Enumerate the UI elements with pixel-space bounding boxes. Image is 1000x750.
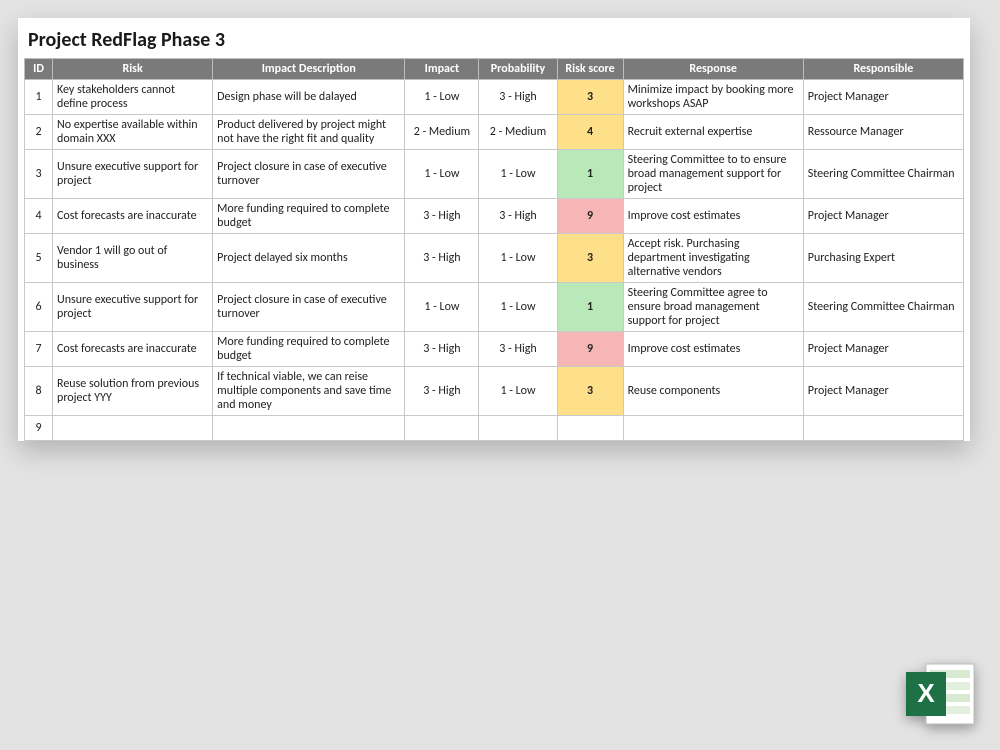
cell-id[interactable]: 3	[25, 150, 53, 199]
col-risk: Risk	[53, 59, 213, 80]
col-response: Response	[623, 59, 803, 80]
col-risk-score: Risk score	[557, 59, 623, 80]
table-header-row: ID Risk Impact Description Impact Probab…	[25, 59, 964, 80]
cell-risk-score[interactable]	[557, 416, 623, 441]
cell-impact-desc[interactable]: Project closure in case of executive tur…	[213, 283, 405, 332]
cell-probability[interactable]: 1 - Low	[479, 283, 557, 332]
table-row[interactable]: 9	[25, 416, 964, 441]
cell-risk[interactable]: Cost forecasts are inaccurate	[53, 332, 213, 367]
cell-probability[interactable]: 3 - High	[479, 199, 557, 234]
cell-risk-score[interactable]: 3	[557, 367, 623, 416]
cell-responsible[interactable]: Ressource Manager	[803, 115, 963, 150]
cell-id[interactable]: 4	[25, 199, 53, 234]
cell-risk[interactable]: Cost forecasts are inaccurate	[53, 199, 213, 234]
cell-risk[interactable]	[53, 416, 213, 441]
cell-impact[interactable]: 3 - High	[405, 367, 479, 416]
table-row[interactable]: 4Cost forecasts are inaccurateMore fundi…	[25, 199, 964, 234]
cell-responsible[interactable]: Steering Committee Chairman	[803, 150, 963, 199]
cell-risk-score[interactable]: 4	[557, 115, 623, 150]
cell-response[interactable]: Reuse components	[623, 367, 803, 416]
cell-impact[interactable]: 3 - High	[405, 199, 479, 234]
cell-impact-desc[interactable]: If technical viable, we can reise multip…	[213, 367, 405, 416]
cell-responsible[interactable]: Project Manager	[803, 80, 963, 115]
cell-response[interactable]: Recruit external expertise	[623, 115, 803, 150]
cell-impact-desc[interactable]: More funding required to complete budget	[213, 332, 405, 367]
cell-risk[interactable]: Key stakeholders cannot define process	[53, 80, 213, 115]
cell-impact-desc[interactable]: Product delivered by project might not h…	[213, 115, 405, 150]
cell-responsible[interactable]: Project Manager	[803, 367, 963, 416]
cell-probability[interactable]: 3 - High	[479, 332, 557, 367]
cell-risk-score[interactable]: 1	[557, 283, 623, 332]
cell-response[interactable]: Steering Committee agree to ensure broad…	[623, 283, 803, 332]
cell-impact-desc[interactable]	[213, 416, 405, 441]
cell-responsible[interactable]: Project Manager	[803, 332, 963, 367]
cell-risk-score[interactable]: 3	[557, 80, 623, 115]
cell-response[interactable]: Improve cost estimates	[623, 199, 803, 234]
cell-response[interactable]: Improve cost estimates	[623, 332, 803, 367]
page-title: Project RedFlag Phase 3	[24, 22, 964, 58]
table-row[interactable]: 1Key stakeholders cannot define processD…	[25, 80, 964, 115]
cell-id[interactable]: 6	[25, 283, 53, 332]
cell-impact[interactable]: 1 - Low	[405, 150, 479, 199]
cell-id[interactable]: 8	[25, 367, 53, 416]
cell-probability[interactable]: 1 - Low	[479, 367, 557, 416]
cell-responsible[interactable]: Purchasing Expert	[803, 234, 963, 283]
cell-response[interactable]: Minimize impact by booking more workshop…	[623, 80, 803, 115]
cell-impact[interactable]: 1 - Low	[405, 283, 479, 332]
cell-impact[interactable]: 3 - High	[405, 332, 479, 367]
cell-risk[interactable]: Unsure executive support for project	[53, 283, 213, 332]
cell-responsible[interactable]	[803, 416, 963, 441]
cell-id[interactable]: 5	[25, 234, 53, 283]
cell-risk-score[interactable]: 3	[557, 234, 623, 283]
col-id: ID	[25, 59, 53, 80]
table-row[interactable]: 8Reuse solution from previous project YY…	[25, 367, 964, 416]
cell-impact-desc[interactable]: Project closure in case of executive tur…	[213, 150, 405, 199]
cell-responsible[interactable]: Project Manager	[803, 199, 963, 234]
risk-table: ID Risk Impact Description Impact Probab…	[24, 58, 964, 441]
cell-response[interactable]	[623, 416, 803, 441]
cell-impact[interactable]: 2 - Medium	[405, 115, 479, 150]
col-impact: Impact	[405, 59, 479, 80]
cell-responsible[interactable]: Steering Committee Chairman	[803, 283, 963, 332]
table-row[interactable]: 7Cost forecasts are inaccurateMore fundi…	[25, 332, 964, 367]
cell-impact-desc[interactable]: Design phase will be dalayed	[213, 80, 405, 115]
excel-file-icon: X	[906, 660, 978, 728]
col-impact-desc: Impact Description	[213, 59, 405, 80]
col-responsible: Responsible	[803, 59, 963, 80]
col-probability: Probability	[479, 59, 557, 80]
cell-impact-desc[interactable]: More funding required to complete budget	[213, 199, 405, 234]
cell-impact[interactable]	[405, 416, 479, 441]
cell-probability[interactable]: 3 - High	[479, 80, 557, 115]
cell-probability[interactable]: 1 - Low	[479, 234, 557, 283]
cell-id[interactable]: 9	[25, 416, 53, 441]
cell-response[interactable]: Accept risk. Purchasing department inves…	[623, 234, 803, 283]
cell-risk[interactable]: No expertise available within domain XXX	[53, 115, 213, 150]
cell-impact[interactable]: 1 - Low	[405, 80, 479, 115]
cell-probability[interactable]: 2 - Medium	[479, 115, 557, 150]
table-row[interactable]: 6Unsure executive support for projectPro…	[25, 283, 964, 332]
cell-impact[interactable]: 3 - High	[405, 234, 479, 283]
risk-register-sheet: Project RedFlag Phase 3 ID Risk Impact D…	[18, 18, 970, 441]
cell-risk[interactable]: Vendor 1 will go out of business	[53, 234, 213, 283]
table-row[interactable]: 3Unsure executive support for projectPro…	[25, 150, 964, 199]
cell-probability[interactable]	[479, 416, 557, 441]
cell-risk[interactable]: Reuse solution from previous project YYY	[53, 367, 213, 416]
table-row[interactable]: 2No expertise available within domain XX…	[25, 115, 964, 150]
cell-impact-desc[interactable]: Project delayed six months	[213, 234, 405, 283]
cell-risk-score[interactable]: 9	[557, 199, 623, 234]
excel-icon-letter: X	[917, 678, 935, 708]
cell-id[interactable]: 2	[25, 115, 53, 150]
cell-risk-score[interactable]: 9	[557, 332, 623, 367]
cell-probability[interactable]: 1 - Low	[479, 150, 557, 199]
cell-risk[interactable]: Unsure executive support for project	[53, 150, 213, 199]
cell-id[interactable]: 7	[25, 332, 53, 367]
cell-response[interactable]: Steering Committee to to ensure broad ma…	[623, 150, 803, 199]
cell-risk-score[interactable]: 1	[557, 150, 623, 199]
table-row[interactable]: 5Vendor 1 will go out of businessProject…	[25, 234, 964, 283]
cell-id[interactable]: 1	[25, 80, 53, 115]
